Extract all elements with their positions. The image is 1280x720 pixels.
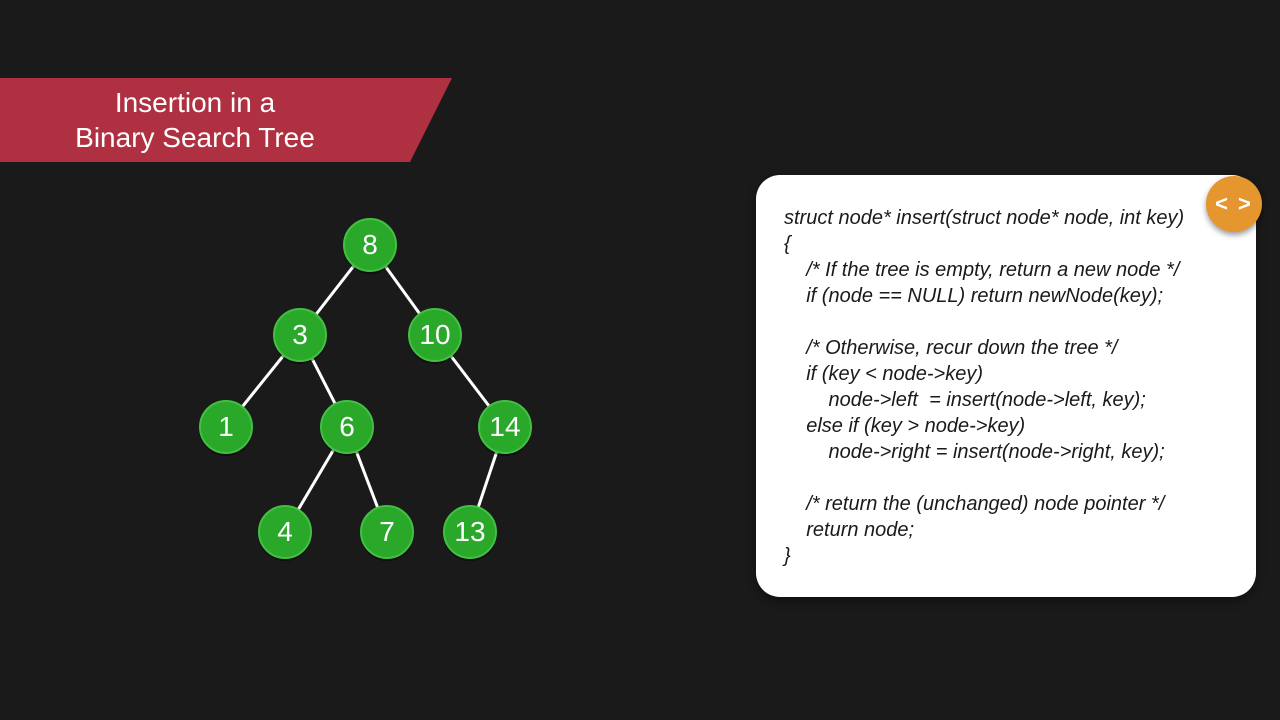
tree-node: 7 xyxy=(360,505,414,559)
tree-node: 14 xyxy=(478,400,532,454)
code-icon: < > xyxy=(1206,176,1262,232)
tree-node: 4 xyxy=(258,505,312,559)
code-icon-label: < > xyxy=(1215,191,1253,217)
code-panel: struct node* insert(struct node* node, i… xyxy=(756,175,1256,597)
tree-node-value: 14 xyxy=(489,411,520,443)
tree-node: 3 xyxy=(273,308,327,362)
code-snippet: struct node* insert(struct node* node, i… xyxy=(784,205,1228,569)
title-banner: Insertion in a Binary Search Tree xyxy=(0,78,410,162)
title-line-1: Insertion in a xyxy=(115,85,275,120)
tree-node-value: 8 xyxy=(362,229,378,261)
tree-node: 10 xyxy=(408,308,462,362)
tree-node-value: 10 xyxy=(419,319,450,351)
tree-node: 6 xyxy=(320,400,374,454)
tree-node-value: 4 xyxy=(277,516,293,548)
tree-node-value: 1 xyxy=(218,411,234,443)
tree-node-value: 3 xyxy=(292,319,308,351)
title-line-2: Binary Search Tree xyxy=(75,120,315,155)
bst-tree-diagram: 8 3 10 1 6 14 4 7 13 xyxy=(180,210,580,590)
tree-node-value: 7 xyxy=(379,516,395,548)
tree-node-value: 13 xyxy=(454,516,485,548)
tree-node: 13 xyxy=(443,505,497,559)
tree-node: 1 xyxy=(199,400,253,454)
tree-node-value: 6 xyxy=(339,411,355,443)
tree-node: 8 xyxy=(343,218,397,272)
